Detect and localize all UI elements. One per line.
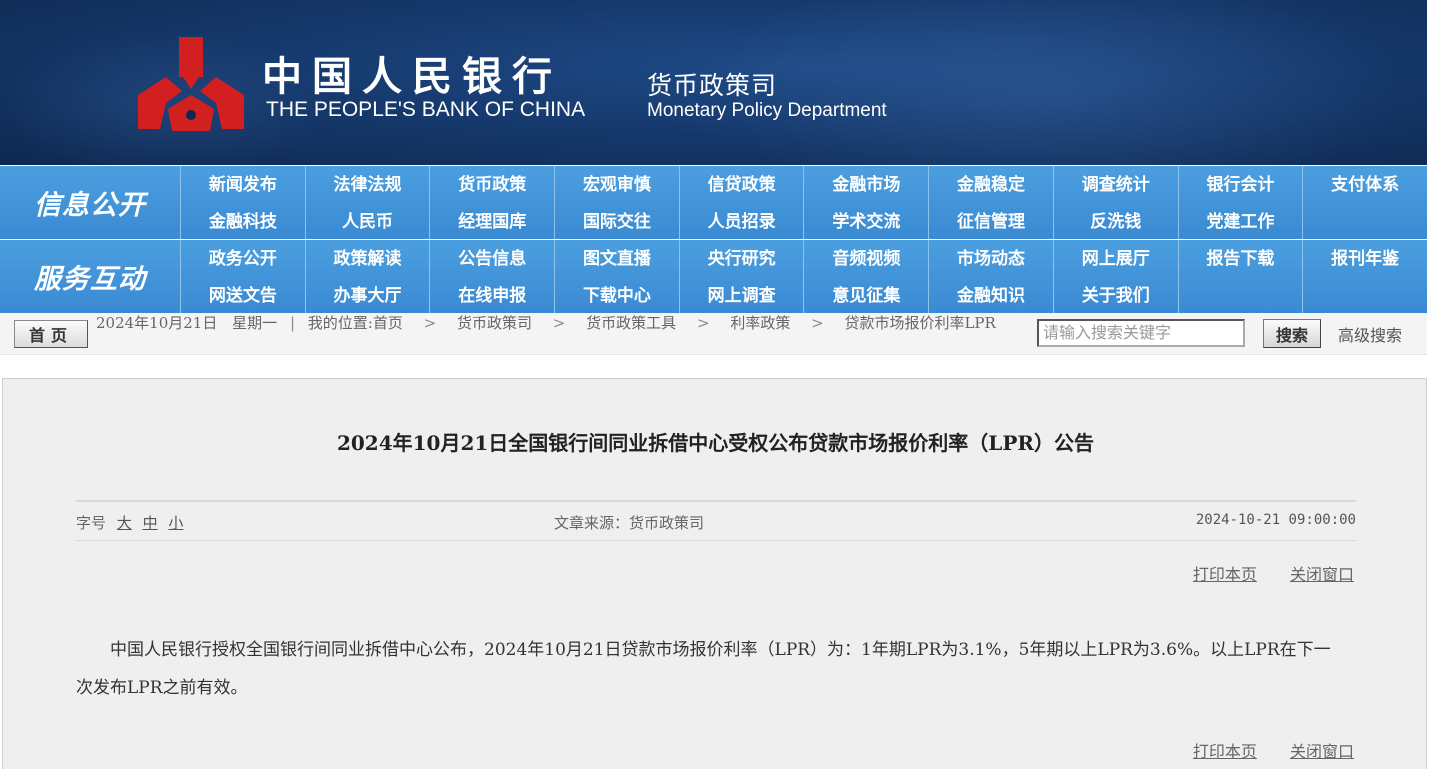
chevron-right-icon: > <box>552 314 566 332</box>
breadcrumb-lpr[interactable]: 贷款市场报价利率LPR <box>844 314 995 332</box>
nav-item-news[interactable]: 新闻发布 <box>180 166 305 199</box>
article-datetime: 2024-10-21 09:00:00 <box>1195 512 1356 528</box>
nav-item-rmb[interactable]: 人民币 <box>304 199 430 239</box>
nav-item-empty <box>1302 199 1427 239</box>
article-title: 2024年10月21日全国银行间同业拆借中心受权公布贷款市场报价利率（LPR）公… <box>336 431 1095 455</box>
breadcrumb-policy-tools[interactable]: 货币政策工具 <box>586 314 676 332</box>
nav-section-label: 信息公开 <box>34 190 146 221</box>
nav-item-anti-money-laundering[interactable]: 反洗钱 <box>1052 199 1178 239</box>
nav-item-online-declaration[interactable]: 在线申报 <box>429 273 554 313</box>
chevron-right-icon: > <box>811 314 824 332</box>
nav-item-online-exhibition[interactable]: 网上展厅 <box>1052 240 1178 273</box>
nav-item-statistics[interactable]: 调查统计 <box>1052 166 1178 199</box>
nav-item-market-dynamics[interactable]: 市场动态 <box>928 240 1053 273</box>
close-window-link[interactable]: 关闭窗口 <box>1290 565 1354 584</box>
font-size-large[interactable]: 大 <box>117 514 132 532</box>
nav-item-academic[interactable]: 学术交流 <box>803 199 928 239</box>
nav-service-interaction: 服务互动 政务公开 政策解读 公告信息 图文直播 央行研究 音频视频 市场动态 … <box>0 240 1427 313</box>
article-panel: 2024年10月21日全国银行间同业拆借中心受权公布贷款市场报价利率（LPR）公… <box>2 378 1427 769</box>
department-name-en: Monetary Policy Department <box>647 100 887 121</box>
font-size-medium[interactable]: 中 <box>143 514 158 532</box>
nav-item-service-hall[interactable]: 办事大厅 <box>304 273 430 313</box>
nav-item-financial-stability[interactable]: 金融稳定 <box>928 166 1053 199</box>
pboc-logo-icon <box>138 37 244 131</box>
current-weekday: 星期一 <box>232 314 278 332</box>
nav-item-credit-reference[interactable]: 征信管理 <box>928 199 1053 239</box>
nav-item-payment-system[interactable]: 支付体系 <box>1302 166 1427 199</box>
nav-section-label: 服务互动 <box>34 264 146 295</box>
breadcrumb-divider: | <box>289 314 295 332</box>
article-body: 中国人民银行授权全国银行间同业拆借中心公布，2024年10月21日贷款市场报价利… <box>76 640 1331 698</box>
print-page-link[interactable]: 打印本页 <box>1193 565 1257 584</box>
search-button[interactable]: 搜索 <box>1263 319 1321 348</box>
nav-item-laws[interactable]: 法律法规 <box>304 166 430 199</box>
font-size-switcher: 字号 大 中 小 <box>76 512 183 533</box>
close-window-link[interactable]: 关闭窗口 <box>1290 742 1354 761</box>
nav-item-report-download[interactable]: 报告下载 <box>1177 240 1303 273</box>
nav-item-research[interactable]: 央行研究 <box>678 240 804 273</box>
nav-item-international[interactable]: 国际交往 <box>554 199 679 239</box>
bank-name-en: THE PEOPLE'S BANK OF CHINA <box>266 98 586 121</box>
nav-item-opinion-collection[interactable]: 意见征集 <box>803 273 928 313</box>
nav-item-empty <box>1177 273 1303 313</box>
nav-item-government-affairs[interactable]: 政务公开 <box>180 240 305 273</box>
breadcrumb-interest-rate[interactable]: 利率政策 <box>730 314 790 332</box>
nav-item-empty <box>1302 273 1427 313</box>
nav-item-financial-market[interactable]: 金融市场 <box>803 166 928 199</box>
department-name-cn: 货币政策司 <box>647 71 778 100</box>
article-actions-top: 打印本页 关闭窗口 <box>1165 561 1354 585</box>
breadcrumb-monetary-dept[interactable]: 货币政策司 <box>457 314 532 332</box>
location-prefix: 我的位置: <box>307 314 373 332</box>
nav-item-about-us[interactable]: 关于我们 <box>1052 273 1178 313</box>
header-banner: 中国人民银行 THE PEOPLE'S BANK OF CHINA 货币政策司 … <box>0 0 1427 165</box>
nav-item-recruitment[interactable]: 人员招录 <box>678 199 804 239</box>
nav-item-credit-policy[interactable]: 信贷政策 <box>678 166 804 199</box>
nav-service-grid: 政务公开 政策解读 公告信息 图文直播 央行研究 音频视频 市场动态 网上展厅 … <box>180 240 1427 313</box>
nav-item-macroprudential[interactable]: 宏观审慎 <box>554 166 679 199</box>
location-bar: 首页 2024年10月21日 星期一 | 我的位置:首页 > 货币政策司 > 货… <box>0 313 1427 355</box>
nav-info-disclosure: 信息公开 新闻发布 法律法规 货币政策 宏观审慎 信贷政策 金融市场 金融稳定 … <box>0 166 1427 239</box>
article-actions-bottom: 打印本页 关闭窗口 <box>1165 738 1354 762</box>
article-source: 文章来源：货币政策司 <box>554 514 705 532</box>
bank-name-cn: 中国人民银行 <box>262 53 562 100</box>
banner-glow <box>700 0 1400 165</box>
breadcrumb-home[interactable]: 首页 <box>373 314 403 332</box>
print-page-link[interactable]: 打印本页 <box>1193 742 1257 761</box>
nav-item-announcements[interactable]: 公告信息 <box>429 240 554 273</box>
nav-item-fintech[interactable]: 金融科技 <box>180 199 305 239</box>
current-date: 2024年10月21日 <box>96 314 218 332</box>
nav-item-treasury[interactable]: 经理国库 <box>429 199 554 239</box>
nav-item-financial-knowledge[interactable]: 金融知识 <box>928 273 1053 313</box>
nav-item-yearbook[interactable]: 报刊年鉴 <box>1302 240 1427 273</box>
nav-item-monetary-policy[interactable]: 货币政策 <box>429 166 554 199</box>
breadcrumb: 2024年10月21日 星期一 | 我的位置:首页 > 货币政策司 > 货币政策… <box>96 313 1032 355</box>
advanced-search-link[interactable]: 高级搜索 <box>1338 322 1402 346</box>
nav-item-live-broadcast[interactable]: 图文直播 <box>554 240 679 273</box>
nav-item-audio-video[interactable]: 音频视频 <box>803 240 928 273</box>
nav-item-bank-accounting[interactable]: 银行会计 <box>1177 166 1303 199</box>
nav-info-grid: 新闻发布 法律法规 货币政策 宏观审慎 信贷政策 金融市场 金融稳定 调查统计 … <box>180 166 1427 239</box>
search-input[interactable]: 请输入搜索关键字 <box>1037 319 1245 347</box>
font-size-label: 字号 <box>76 514 107 532</box>
font-size-small[interactable]: 小 <box>168 514 183 532</box>
nav-item-download-center[interactable]: 下载中心 <box>554 273 679 313</box>
article-meta: 字号 大 中 小 文章来源：货币政策司 2024-10-21 09:00:00 <box>76 500 1356 541</box>
nav-item-policy-interpretation[interactable]: 政策解读 <box>304 240 430 273</box>
nav-item-party-building[interactable]: 党建工作 <box>1177 199 1303 239</box>
nav-item-online-documents[interactable]: 网送文告 <box>180 273 305 313</box>
home-button[interactable]: 首页 <box>14 320 88 348</box>
chevron-right-icon: > <box>423 314 437 332</box>
nav-item-online-survey[interactable]: 网上调查 <box>678 273 804 313</box>
chevron-right-icon: > <box>696 314 710 332</box>
